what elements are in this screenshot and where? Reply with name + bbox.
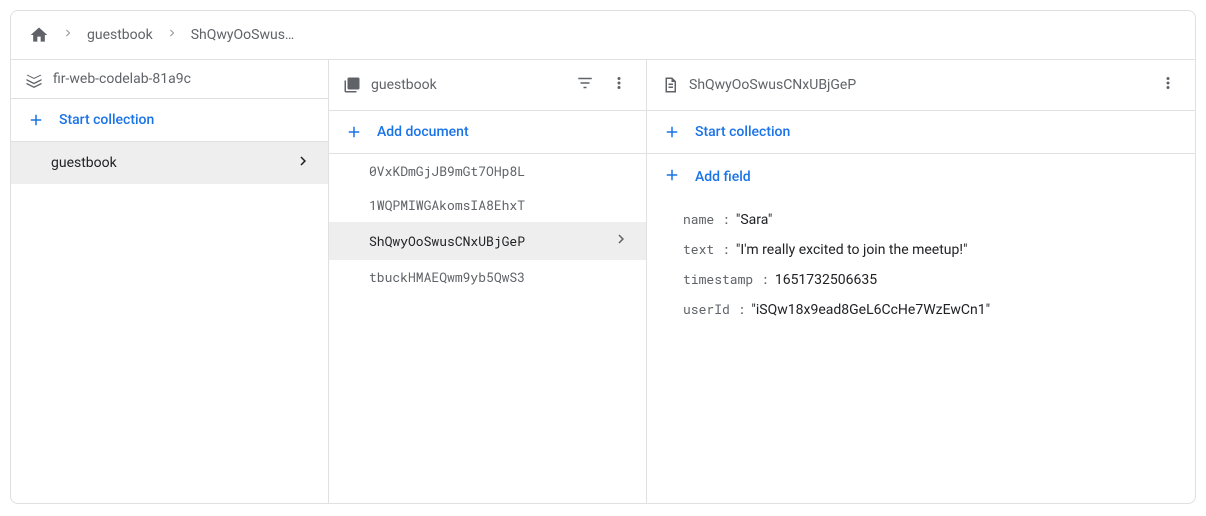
document-icon xyxy=(661,76,679,94)
field-row[interactable]: timestamp 1651732506635 xyxy=(683,264,1179,294)
collection-panel: guestbook Add document 0VxKDmGjJB9mGt7OH… xyxy=(329,60,647,503)
more-vert-icon[interactable] xyxy=(1155,70,1181,100)
start-collection-button[interactable]: Start collection xyxy=(11,99,328,142)
documents-list: 0VxKDmGjJB9mGt7OHp8L 1WQPMIWGAkomsIA8EhxT… xyxy=(329,154,646,503)
document-item[interactable]: 0VxKDmGjJB9mGt7OHp8L xyxy=(329,154,646,188)
add-field-button[interactable]: Add field xyxy=(647,154,1195,200)
chevron-right-icon xyxy=(612,230,630,252)
field-value: 1651732506635 xyxy=(775,272,877,288)
document-item[interactable]: ShQwyOoSwusCNxUBjGeP xyxy=(329,222,646,260)
breadcrumb-item[interactable]: guestbook xyxy=(87,27,153,43)
field-row[interactable]: name Sara xyxy=(683,204,1179,234)
plus-icon xyxy=(27,111,45,129)
start-collection-label: Start collection xyxy=(59,112,154,128)
root-panel: fir-web-codelab-81a9c Start collection g… xyxy=(11,60,329,503)
project-id: fir-web-codelab-81a9c xyxy=(53,71,314,87)
breadcrumb-item[interactable]: ShQwyOoSwus… xyxy=(191,27,295,43)
field-value: Sara xyxy=(736,212,773,228)
field-row[interactable]: text I'm really excited to join the meet… xyxy=(683,234,1179,264)
document-id: 0VxKDmGjJB9mGt7OHp8L xyxy=(369,162,630,180)
filter-icon[interactable] xyxy=(572,70,598,100)
fields-list: name Saratext I'm really excited to join… xyxy=(647,200,1195,340)
plus-icon xyxy=(663,123,681,141)
document-panel-header: ShQwyOoSwusCNxUBjGeP xyxy=(647,60,1195,111)
database-icon xyxy=(25,70,43,88)
collection-icon xyxy=(343,76,361,94)
collection-panel-header: guestbook xyxy=(329,60,646,111)
more-vert-icon[interactable] xyxy=(606,70,632,100)
collection-item[interactable]: guestbook xyxy=(11,142,328,184)
field-key: timestamp xyxy=(683,270,769,288)
root-panel-header: fir-web-codelab-81a9c xyxy=(11,60,328,99)
document-id: tbuckHMAEQwm9yb5QwS3 xyxy=(369,268,630,286)
collection-name: guestbook xyxy=(371,77,562,93)
plus-icon xyxy=(663,166,681,188)
field-value: iSQw18x9ead8GeL6CcHe7WzEwCn1 xyxy=(751,302,990,318)
document-item[interactable]: 1WQPMIWGAkomsIA8EhxT xyxy=(329,188,646,222)
home-icon[interactable] xyxy=(29,25,49,45)
start-collection-label: Start collection xyxy=(695,124,790,140)
plus-icon xyxy=(345,123,363,141)
document-item[interactable]: tbuckHMAEQwm9yb5QwS3 xyxy=(329,260,646,294)
document-id: ShQwyOoSwusCNxUBjGeP xyxy=(689,77,1145,93)
breadcrumb: guestbook ShQwyOoSwus… xyxy=(11,11,1195,60)
chevron-right-icon xyxy=(294,152,312,174)
document-id: ShQwyOoSwusCNxUBjGeP xyxy=(369,232,612,250)
document-id: 1WQPMIWGAkomsIA8EhxT xyxy=(369,196,630,214)
document-panel: ShQwyOoSwusCNxUBjGeP Start collection Ad… xyxy=(647,60,1195,503)
chevron-right-icon xyxy=(165,26,179,44)
field-key: name xyxy=(683,210,730,228)
field-key: text xyxy=(683,240,730,258)
collections-list: guestbook xyxy=(11,142,328,503)
collection-name: guestbook xyxy=(51,155,294,171)
chevron-right-icon xyxy=(61,26,75,44)
add-document-button[interactable]: Add document xyxy=(329,111,646,154)
field-key: userId xyxy=(683,300,745,318)
add-document-label: Add document xyxy=(377,124,469,140)
start-collection-button[interactable]: Start collection xyxy=(647,111,1195,154)
add-field-label: Add field xyxy=(695,169,751,185)
field-value: I'm really excited to join the meetup! xyxy=(736,242,968,258)
field-row[interactable]: userId iSQw18x9ead8GeL6CcHe7WzEwCn1 xyxy=(683,294,1179,324)
